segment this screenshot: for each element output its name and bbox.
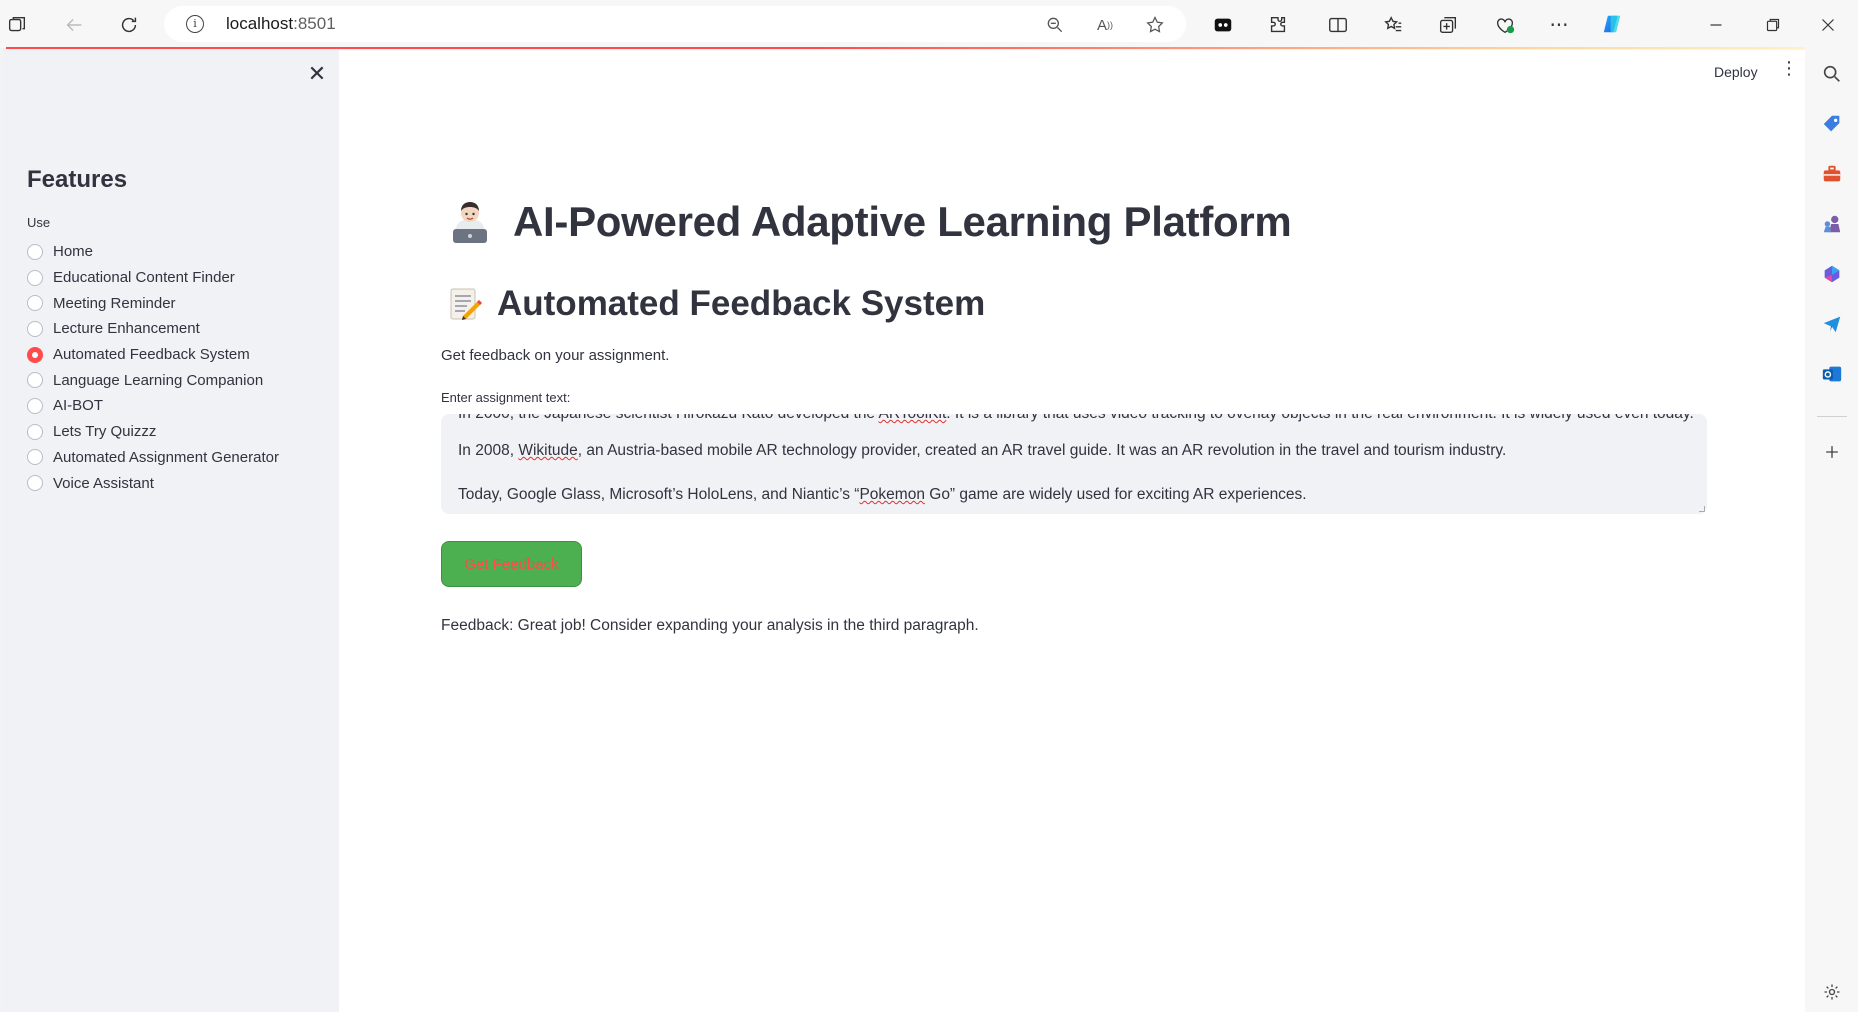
close-sidebar-icon[interactable]: ✕ xyxy=(306,64,328,86)
radio-option-label: AI-BOT xyxy=(53,397,104,415)
radio-unselected-icon[interactable] xyxy=(27,449,43,466)
radio-unselected-icon[interactable] xyxy=(27,320,43,337)
radio-option-label: Voice Assistant xyxy=(53,474,154,492)
browser-toolbar: i localhost:8501 A)) ··· xyxy=(0,0,1858,48)
memo-emoji-icon xyxy=(450,288,482,320)
radio-option-label: Automated Assignment Generator xyxy=(53,448,279,466)
browser-edge-sidebar xyxy=(1805,48,1858,1012)
radio-option[interactable]: Educational Content Finder xyxy=(27,265,279,291)
favorites-icon[interactable] xyxy=(1380,12,1406,38)
radio-option-label: Language Learning Companion xyxy=(53,371,264,389)
add-icon[interactable] xyxy=(1820,440,1844,464)
zoom-icon[interactable] xyxy=(1044,14,1066,36)
extensions-puzzle-icon[interactable] xyxy=(1265,12,1291,38)
microsoft-365-icon[interactable] xyxy=(1820,262,1844,286)
description-text: Get feedback on your assignment. xyxy=(441,347,670,364)
games-chess-icon[interactable] xyxy=(1820,212,1844,236)
radio-unselected-icon[interactable] xyxy=(27,269,43,286)
feedback-output: Feedback: Great job! Consider expanding … xyxy=(441,617,979,634)
radio-option[interactable]: Language Learning Companion xyxy=(27,367,279,393)
tab-actions-icon[interactable] xyxy=(4,12,30,38)
radio-unselected-icon[interactable] xyxy=(27,243,43,260)
radio-option[interactable]: Lets Try Quizzz xyxy=(27,419,279,445)
favorite-star-icon[interactable] xyxy=(1144,14,1166,36)
radio-option[interactable]: Automated Feedback System xyxy=(27,342,279,368)
textarea-resize-handle[interactable] xyxy=(1699,506,1705,512)
radio-option-label: Lecture Enhancement xyxy=(53,320,200,338)
radio-option[interactable]: Home xyxy=(27,239,279,265)
extension-icon[interactable] xyxy=(1210,12,1236,38)
close-window-icon[interactable] xyxy=(1815,12,1841,38)
collections-icon[interactable] xyxy=(1435,12,1461,38)
loading-progress-bar xyxy=(6,47,1806,49)
radio-unselected-icon[interactable] xyxy=(27,397,43,414)
refresh-icon[interactable] xyxy=(116,12,142,38)
section-title: Automated Feedback System xyxy=(447,284,985,324)
search-icon[interactable] xyxy=(1820,62,1844,86)
address-url[interactable]: localhost:8501 xyxy=(226,14,336,34)
page-title: AI-Powered Adaptive Learning Platform xyxy=(447,198,1292,246)
assignment-textarea[interactable]: In 2000, the Japanese scientist Hirokazu… xyxy=(441,414,1707,514)
outlook-icon[interactable] xyxy=(1820,362,1844,386)
shopping-tag-icon[interactable] xyxy=(1820,112,1844,136)
radio-option-label: Home xyxy=(53,243,94,261)
sidebar: ✕ Features Use Home Educational Content F… xyxy=(2,50,339,1012)
textarea-line: Today, Google Glass, Microsoft’s HoloLen… xyxy=(458,486,1307,503)
split-screen-icon[interactable] xyxy=(1325,12,1351,38)
radio-selected-icon[interactable] xyxy=(27,346,43,363)
radio-option[interactable]: Voice Assistant xyxy=(27,470,279,496)
address-bar[interactable]: i localhost:8501 A)) xyxy=(164,6,1186,42)
streamlit-app: ✕ Features Use Home Educational Content F… xyxy=(2,50,1805,1012)
radio-option[interactable]: AI-BOT xyxy=(27,393,279,419)
radio-unselected-icon[interactable] xyxy=(27,295,43,312)
radio-unselected-icon[interactable] xyxy=(27,423,43,440)
more-options-icon[interactable]: ··· xyxy=(1546,12,1572,38)
read-aloud-icon[interactable]: A)) xyxy=(1094,14,1116,36)
radio-option[interactable]: Automated Assignment Generator xyxy=(27,445,279,471)
radio-option-label: Meeting Reminder xyxy=(53,294,176,312)
radio-option-label: Automated Feedback System xyxy=(53,346,250,364)
radio-unselected-icon[interactable] xyxy=(27,372,43,389)
radio-option[interactable]: Lecture Enhancement xyxy=(27,316,279,342)
send-telegram-icon[interactable] xyxy=(1820,312,1844,336)
edge-sidebar-divider xyxy=(1817,416,1847,417)
radio-group-label: Use xyxy=(27,215,51,230)
page-title-text: AI-Powered Adaptive Learning Platform xyxy=(513,198,1292,245)
radio-option[interactable]: Meeting Reminder xyxy=(27,290,279,316)
get-feedback-button[interactable]: Get Feedback xyxy=(441,541,582,587)
site-info-icon[interactable]: i xyxy=(186,15,204,33)
restore-icon[interactable] xyxy=(1760,12,1786,38)
tools-briefcase-icon[interactable] xyxy=(1820,162,1844,186)
copilot-icon[interactable] xyxy=(1596,8,1628,40)
deploy-button[interactable]: Deploy xyxy=(1714,64,1758,80)
feature-radio-group: Home Educational Content Finder Meeting Re… xyxy=(27,239,279,496)
sidebar-title: Features xyxy=(27,166,128,193)
browser-essentials-icon[interactable] xyxy=(1492,12,1518,38)
minimize-icon[interactable] xyxy=(1703,12,1729,38)
main-menu-icon[interactable]: ⋮ xyxy=(1780,58,1798,82)
back-arrow-icon[interactable] xyxy=(61,12,87,38)
textarea-line: In 2000, the Japanese scientist Hirokazu… xyxy=(458,414,1694,423)
textarea-line: In 2008, Wikitude, an Austria-based mobi… xyxy=(458,442,1507,459)
assignment-input-label: Enter assignment text: xyxy=(441,390,571,405)
main-content: Deploy ⋮ AI-Powered Adaptive Learning Pl… xyxy=(339,50,1805,1012)
technologist-emoji-icon xyxy=(453,202,487,243)
settings-gear-icon[interactable] xyxy=(1820,980,1844,1004)
section-title-text: Automated Feedback System xyxy=(497,284,986,323)
radio-option-label: Lets Try Quizzz xyxy=(53,423,157,441)
radio-unselected-icon[interactable] xyxy=(27,475,43,492)
radio-option-label: Educational Content Finder xyxy=(53,269,235,287)
